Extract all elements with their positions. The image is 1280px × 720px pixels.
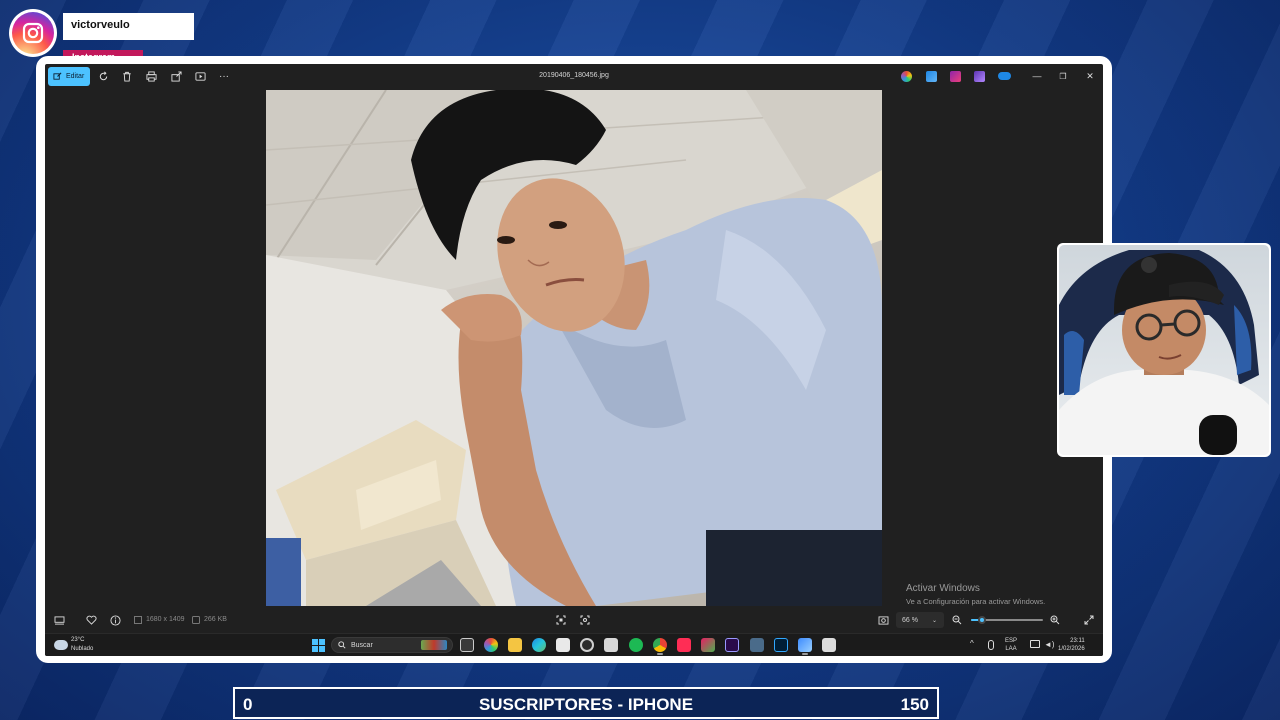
toolbar: Editar ··· 20190406_180456.jpg — ❐ ✕ — [45, 64, 1103, 90]
copilot-icon[interactable] — [901, 71, 912, 82]
photo-image — [266, 90, 882, 606]
weather-widget[interactable]: 23°C Nublado — [54, 636, 93, 654]
zoom-slider[interactable] — [971, 616, 1043, 624]
start-button[interactable] — [312, 639, 325, 652]
file-size: 266 KB — [204, 616, 227, 623]
instagram-username: victorveulo — [63, 13, 194, 40]
photoshop-express-icon[interactable] — [974, 71, 985, 82]
subscribers-target: 150 — [900, 695, 929, 714]
clock[interactable]: 23:11 1/02/2026 — [1058, 637, 1085, 653]
activate-windows-subtitle: Ve a Configuración para activar Windows. — [906, 597, 1046, 606]
chevron-down-icon: ⌄ — [931, 617, 937, 624]
snipping-tool-icon[interactable] — [822, 638, 836, 652]
calendar-icon[interactable] — [604, 638, 618, 652]
chrome-icon[interactable] — [653, 638, 667, 655]
info-icon[interactable] — [109, 614, 121, 626]
filmstrip-icon[interactable] — [53, 614, 65, 626]
file-explorer-icon[interactable] — [508, 638, 522, 652]
subscribers-progress-bar: 0 SUSCRIPTORES - IPHONE 150 — [233, 687, 939, 719]
clock-time: 23:11 — [1070, 638, 1085, 644]
zoom-dropdown[interactable]: 66 % ⌄ — [896, 612, 944, 628]
zoom-value: 66 % — [902, 616, 918, 624]
edge-icon[interactable] — [532, 638, 546, 652]
language-top: ESP — [1005, 638, 1018, 644]
photos-app-window: Editar ··· 20190406_180456.jpg — ❐ ✕ Act… — [45, 64, 1103, 656]
tray-overflow-icon[interactable]: ^ — [970, 640, 978, 648]
weather-temp: 23°C — [71, 637, 85, 643]
terminal-icon[interactable] — [750, 638, 764, 652]
close-button[interactable]: ✕ — [1083, 69, 1097, 83]
settings-icon[interactable] — [580, 638, 594, 652]
dimensions-icon — [133, 614, 142, 626]
designer-icon[interactable] — [926, 71, 937, 82]
file-size-icon — [191, 614, 200, 626]
activate-windows-watermark: Activar Windows Ve a Configuración para … — [906, 583, 1045, 606]
taskbar: 23°C Nublado Buscar ^ ESP LAA ◄) 23:11 1… — [45, 633, 1103, 656]
zoom-in-icon[interactable] — [1049, 614, 1061, 626]
clipchamp-icon[interactable] — [950, 71, 961, 82]
preview-icon[interactable] — [877, 614, 889, 626]
image-dimensions: 1680 x 1409 — [146, 616, 185, 623]
activate-windows-title: Activar Windows — [906, 583, 980, 594]
store-icon[interactable] — [556, 638, 570, 652]
zoom-out-icon[interactable] — [951, 614, 963, 626]
fit-to-window-icon[interactable] — [555, 614, 567, 626]
viewer-bottom-bar: 1680 x 1409 266 KB 66 % ⌄ — [45, 606, 1103, 633]
favorite-icon[interactable] — [85, 614, 97, 626]
app-switch-icon[interactable] — [701, 638, 715, 652]
restore-button[interactable]: ❐ — [1056, 69, 1070, 83]
photo-view[interactable] — [266, 90, 882, 606]
photoshop-icon[interactable] — [774, 638, 788, 652]
webcam-image — [1059, 250, 1269, 455]
fullscreen-icon[interactable] — [1083, 614, 1095, 626]
language-bottom: LAA — [1005, 646, 1017, 652]
taskbar-search[interactable]: Buscar — [331, 637, 453, 653]
instagram-badge: victorveulo Instagram — [9, 9, 199, 65]
subscribers-goal-label: SUSCRIPTORES - IPHONE — [478, 695, 694, 714]
search-highlight-icon — [421, 640, 447, 650]
window-title: 20190406_180456.jpg — [539, 72, 609, 79]
volume-icon[interactable]: ◄) — [1044, 640, 1055, 649]
task-view-icon[interactable] — [460, 638, 474, 652]
minimize-button[interactable]: — — [1030, 69, 1044, 83]
onedrive-icon[interactable] — [998, 72, 1011, 80]
premiere-icon[interactable] — [725, 638, 739, 652]
zoom-slider-thumb[interactable] — [977, 616, 986, 624]
weather-desc: Nublado — [71, 646, 94, 652]
microphone-icon[interactable] — [988, 640, 994, 650]
tiktok-icon[interactable] — [677, 638, 691, 652]
display-icon[interactable] — [1030, 640, 1040, 648]
webcam-overlay — [1057, 243, 1271, 457]
cloud-icon — [54, 636, 68, 650]
search-icon — [338, 641, 346, 649]
screen-frame: Editar ··· 20190406_180456.jpg — ❐ ✕ Act… — [36, 56, 1112, 663]
copilot-taskbar-icon[interactable] — [484, 638, 498, 652]
search-placeholder: Buscar — [351, 641, 373, 649]
photos-icon[interactable] — [798, 638, 812, 655]
clock-date: 1/02/2026 — [1058, 646, 1085, 652]
spotify-icon[interactable] — [629, 638, 643, 652]
actual-size-icon[interactable] — [579, 614, 591, 626]
instagram-icon — [9, 9, 57, 57]
language-indicator[interactable]: ESP LAA — [1005, 637, 1017, 653]
